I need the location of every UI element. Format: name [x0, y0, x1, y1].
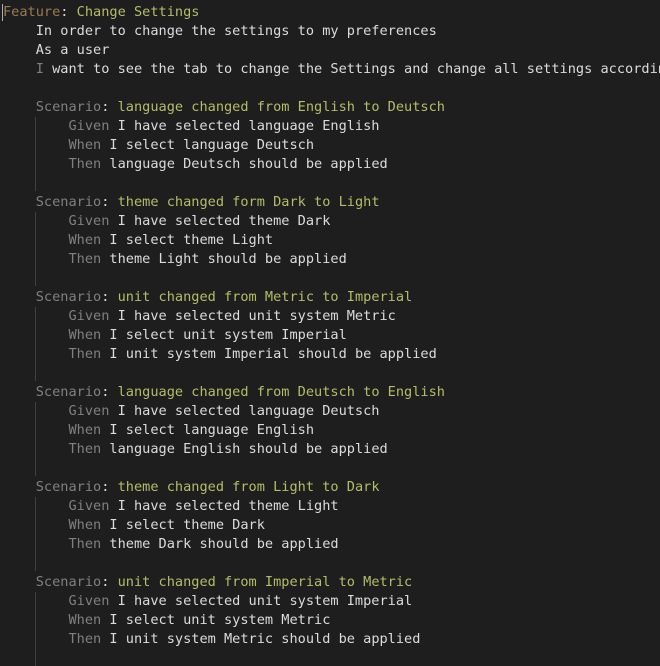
scenario-keyword: Scenario — [35, 574, 102, 590]
step-text: theme Light should be applied — [109, 251, 347, 267]
narrative-line[interactable]: In order to change the settings to my pr… — [3, 22, 437, 41]
scenario-header[interactable]: Scenario: unit changed from Metric to Im… — [3, 288, 413, 307]
step-keyword: Then — [68, 156, 102, 172]
scenario-header[interactable]: Scenario: theme changed from Light to Da… — [3, 478, 380, 497]
step-line[interactable]: Given I have selected language Deutsch — [3, 402, 380, 421]
step-keyword: Given — [68, 498, 110, 514]
step-keyword: When — [68, 232, 102, 248]
narrative-text: want to see the tab to change the Settin… — [43, 61, 660, 77]
step-line[interactable]: Given I have selected theme Dark — [3, 212, 330, 231]
colon: : — [101, 289, 118, 305]
step-line[interactable]: When I select language English — [3, 421, 314, 440]
step-keyword: When — [68, 137, 102, 153]
step-keyword: Given — [68, 213, 110, 229]
step-line[interactable]: Then I unit system Metric should be appl… — [3, 630, 420, 649]
indent-guide — [35, 497, 36, 571]
colon: : — [101, 384, 118, 400]
step-keyword: Then — [68, 536, 102, 552]
step-text: theme Dark should be applied — [109, 536, 339, 552]
scenario-keyword: Scenario — [35, 194, 102, 210]
step-text: I have selected theme Light — [117, 498, 339, 514]
step-text: I unit system Imperial should be applied — [109, 346, 437, 362]
step-keyword: When — [68, 517, 102, 533]
narrative-keyword: I — [35, 61, 44, 77]
step-line[interactable]: Then language Deutsch should be applied — [3, 155, 388, 174]
scenario-title: theme changed form Dark to Light — [117, 194, 380, 210]
step-keyword: Given — [68, 118, 110, 134]
colon: : — [101, 99, 118, 115]
step-text: I have selected theme Dark — [117, 213, 331, 229]
step-line[interactable]: Given I have selected language English — [3, 117, 380, 136]
step-text: I have selected language English — [117, 118, 380, 134]
step-keyword: Given — [68, 308, 110, 324]
step-text: I have selected language Deutsch — [117, 403, 380, 419]
feature-line[interactable]: Feature: Change Settings — [3, 3, 199, 22]
step-text: I select unit system Imperial — [109, 327, 347, 343]
indent-guide — [35, 117, 36, 191]
step-text: I select language Deutsch — [109, 137, 315, 153]
step-text: I have selected unit system Imperial — [117, 593, 413, 609]
step-text: language Deutsch should be applied — [109, 156, 388, 172]
step-line[interactable]: When I select language Deutsch — [3, 136, 314, 155]
step-keyword: Given — [68, 403, 110, 419]
step-text: language English should be applied — [109, 441, 388, 457]
indent-guide — [35, 307, 36, 381]
scenario-header[interactable]: Scenario: language changed from English … — [3, 98, 445, 117]
step-text: I select theme Dark — [109, 517, 265, 533]
narrative-line[interactable]: I want to see the tab to change the Sett… — [3, 60, 660, 79]
colon: : — [101, 194, 118, 210]
scenario-header[interactable]: Scenario: theme changed form Dark to Lig… — [3, 193, 380, 212]
step-keyword: Given — [68, 593, 110, 609]
narrative-line[interactable]: As a user — [3, 41, 110, 60]
step-keyword: Then — [68, 631, 102, 647]
step-keyword: When — [68, 327, 102, 343]
scenario-title: theme changed from Light to Dark — [117, 479, 380, 495]
step-line[interactable]: Given I have selected theme Light — [3, 497, 339, 516]
scenario-keyword: Scenario — [35, 384, 102, 400]
scenario-keyword: Scenario — [35, 289, 102, 305]
scenario-keyword: Scenario — [35, 479, 102, 495]
colon: : — [101, 574, 118, 590]
feature-keyword: Feature — [3, 4, 61, 20]
step-line[interactable]: Given I have selected unit system Imperi… — [3, 592, 412, 611]
step-line[interactable]: Then theme Dark should be applied — [3, 535, 339, 554]
step-line[interactable]: Then theme Light should be applied — [3, 250, 347, 269]
step-line[interactable]: Then I unit system Imperial should be ap… — [3, 345, 437, 364]
scenario-header[interactable]: Scenario: unit changed from Imperial to … — [3, 573, 413, 592]
step-line[interactable]: Given I have selected unit system Metric — [3, 307, 396, 326]
indent-guide — [35, 402, 36, 476]
indent-guide — [35, 592, 36, 666]
step-text: I unit system Metric should be applied — [109, 631, 421, 647]
step-text: I select unit system Metric — [109, 612, 331, 628]
code-editor[interactable]: Feature: Change Settings In order to cha… — [0, 0, 660, 666]
step-keyword: Then — [68, 441, 102, 457]
step-keyword: When — [68, 422, 102, 438]
step-line[interactable]: When I select theme Dark — [3, 516, 265, 535]
scenario-keyword: Scenario — [35, 99, 102, 115]
colon: : — [101, 479, 118, 495]
scenario-title: unit changed from Metric to Imperial — [117, 289, 413, 305]
scenario-title: language changed from English to Deutsch — [117, 99, 445, 115]
feature-title: Change Settings — [76, 4, 200, 20]
step-line[interactable]: When I select unit system Metric — [3, 611, 330, 630]
step-keyword: When — [68, 612, 102, 628]
scenario-title: unit changed from Imperial to Metric — [117, 574, 413, 590]
colon: : — [60, 4, 77, 20]
step-line[interactable]: When I select theme Light — [3, 231, 273, 250]
narrative-text: In order to change the settings to my pr… — [35, 23, 437, 39]
scenario-title: language changed from Deutsch to English — [117, 384, 445, 400]
narrative-text: As a user — [35, 42, 110, 58]
step-keyword: Then — [68, 251, 102, 267]
step-line[interactable]: When I select unit system Imperial — [3, 326, 347, 345]
step-text: I have selected unit system Metric — [117, 308, 396, 324]
scenario-header[interactable]: Scenario: language changed from Deutsch … — [3, 383, 445, 402]
step-text: I select language English — [109, 422, 315, 438]
step-text: I select theme Light — [109, 232, 274, 248]
step-line[interactable]: Then language English should be applied — [3, 440, 388, 459]
step-keyword: Then — [68, 346, 102, 362]
indent-guide — [35, 212, 36, 286]
